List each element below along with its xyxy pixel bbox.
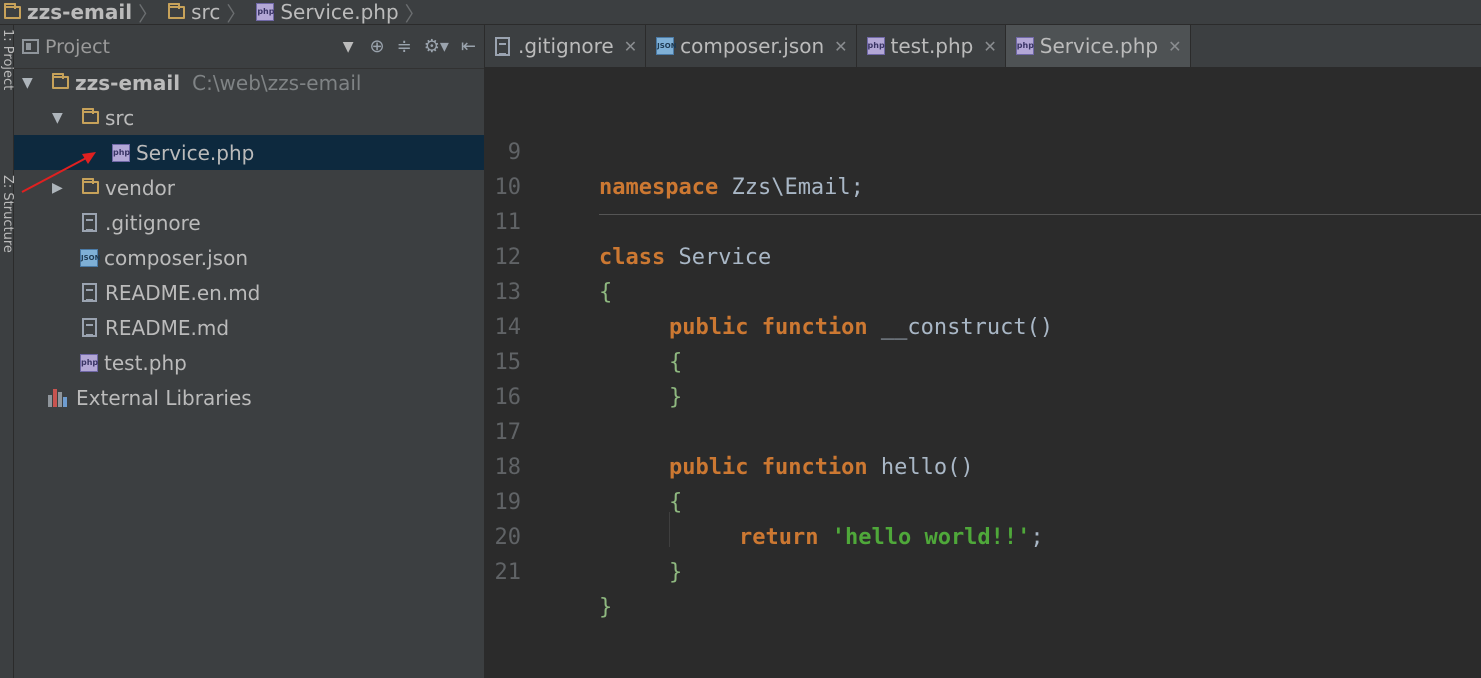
php-file-icon: php <box>112 143 130 162</box>
code-line: 10 <box>494 175 522 200</box>
dropdown-arrow-icon[interactable]: ▼ <box>343 39 354 55</box>
json-file-icon: JSON <box>80 248 100 267</box>
breadcrumb-item-file[interactable]: php Service.php <box>256 0 399 24</box>
tree-item-composer-json[interactable]: JSON composer.json <box>14 240 484 275</box>
locate-icon[interactable]: ⊕ <box>370 36 385 57</box>
project-tool-tab[interactable]: 1: Project <box>0 29 15 90</box>
chevron-right-icon: 〉 <box>226 1 247 25</box>
breadcrumb-item-src[interactable]: src <box>168 0 220 24</box>
code-editor[interactable]: 9 namespace Zzs\Email; 10 11 class Servi… <box>485 67 1481 678</box>
expanded-arrow-icon[interactable]: ▼ <box>22 75 36 91</box>
code-line: 14 { <box>494 315 683 375</box>
code-line: 13 public function __construct() <box>494 280 1054 340</box>
tab-composer-json[interactable]: JSON composer.json ✕ <box>646 25 857 67</box>
tree-item-service-php[interactable]: php Service.php <box>14 135 484 170</box>
tree-item-external-libraries[interactable]: External Libraries <box>14 380 484 415</box>
json-file-icon: JSON <box>656 37 677 55</box>
collapse-all-icon[interactable]: ≑ <box>397 36 412 57</box>
structure-tool-tab[interactable]: Z: Structure <box>0 175 15 253</box>
close-icon[interactable]: ✕ <box>1168 37 1181 56</box>
project-view-selector[interactable]: Project <box>45 36 110 58</box>
php-file-icon: php <box>80 353 98 372</box>
code-line: 16 <box>494 385 522 410</box>
tab-gitignore[interactable]: .gitignore ✕ <box>485 25 647 67</box>
library-icon <box>48 388 68 407</box>
close-icon[interactable]: ✕ <box>983 37 996 56</box>
code-line: 20 } <box>494 525 683 585</box>
tree-item-test-php[interactable]: php test.php <box>14 345 484 380</box>
code-line: 18 { <box>494 455 683 515</box>
text-file-icon <box>495 36 510 56</box>
editor-tab-bar: .gitignore ✕ JSON composer.json ✕ php te… <box>485 25 1481 68</box>
breadcrumb-item-project[interactable]: zzs-email <box>4 0 132 24</box>
gear-icon[interactable]: ⚙▾ <box>424 36 449 57</box>
text-file-icon <box>82 213 97 232</box>
folder-icon <box>52 73 69 89</box>
folder-icon <box>4 2 21 19</box>
tab-test-php[interactable]: php test.php ✕ <box>857 25 1006 67</box>
text-file-icon <box>82 283 97 302</box>
php-file-icon: php <box>866 37 885 55</box>
tree-item-vendor[interactable]: ▶ vendor <box>14 170 484 205</box>
folder-icon <box>82 178 99 194</box>
chevron-right-icon: 〉 <box>404 1 425 25</box>
expanded-arrow-icon[interactable]: ▼ <box>52 110 66 126</box>
code-line: 21 } <box>494 560 613 620</box>
tab-service-php[interactable]: php Service.php ✕ <box>1005 25 1191 67</box>
php-file-icon: php <box>256 3 274 21</box>
close-icon[interactable]: ✕ <box>834 37 847 56</box>
code-line: 17 public function hello() <box>494 420 974 480</box>
folder-icon <box>82 108 99 124</box>
code-line: 15 } <box>494 350 683 410</box>
code-line: 11 class Service <box>494 210 772 270</box>
hide-panel-icon[interactable]: ⇤ <box>461 36 476 57</box>
folder-icon <box>168 2 186 19</box>
editor-area: .gitignore ✕ JSON composer.json ✕ php te… <box>485 25 1481 678</box>
tree-item-readme-en[interactable]: README.en.md <box>14 275 484 310</box>
breadcrumb: zzs-email 〉 src 〉 php Service.php 〉 <box>0 0 1481 25</box>
tool-window-strip: 1: Project Z: Structure <box>0 25 15 678</box>
php-file-icon: php <box>1015 37 1034 55</box>
collapsed-arrow-icon[interactable]: ▶ <box>52 180 66 196</box>
tree-item-project-root[interactable]: ▼ zzs-email C:\web\zzs-email <box>14 65 484 100</box>
code-line: 9 namespace Zzs\Email; <box>507 140 864 200</box>
tree-item-readme[interactable]: README.md <box>14 310 484 345</box>
tree-item-src[interactable]: ▼ src <box>14 100 484 135</box>
project-panel-header: Project ▼ ⊕ ≑ ⚙▾ ⇤ <box>14 25 484 69</box>
code-line: 12 { <box>494 245 613 305</box>
project-panel: Project ▼ ⊕ ≑ ⚙▾ ⇤ ▼ zzs-email C:\web\zz… <box>14 25 485 678</box>
chevron-right-icon: 〉 <box>138 1 159 25</box>
code-line: 19 return 'hello world!!'; <box>494 490 1044 550</box>
close-icon[interactable]: ✕ <box>624 37 637 56</box>
text-file-icon <box>82 318 97 337</box>
project-view-icon <box>22 39 39 54</box>
tree-item-gitignore[interactable]: .gitignore <box>14 205 484 240</box>
